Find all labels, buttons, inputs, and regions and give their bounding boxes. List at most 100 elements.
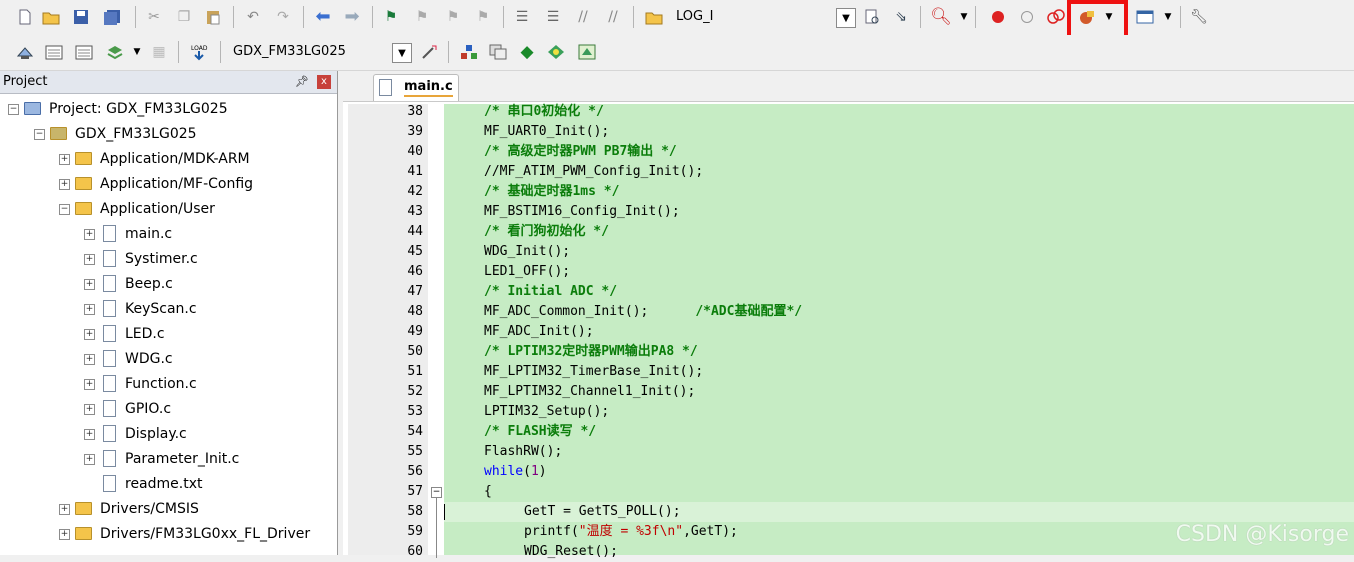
breakpoint-icon[interactable]: [989, 8, 1007, 26]
disable-breakpoint-icon[interactable]: [1018, 8, 1036, 26]
incremental-find-icon[interactable]: ⇘: [892, 8, 910, 26]
manage-components-icon[interactable]: [460, 43, 478, 61]
window-dropdown-icon[interactable]: ▼: [1159, 8, 1177, 26]
back-icon[interactable]: ⬅: [314, 8, 332, 26]
tree-item[interactable]: + Parameter_Init.c: [0, 448, 336, 470]
code-area[interactable]: /* 串口0初始化 */ MF_UART0_Init(); /* 高级定时器PWM …: [444, 102, 1354, 559]
tree-item[interactable]: + LED.c: [0, 323, 336, 345]
expand-icon[interactable]: +: [59, 179, 70, 190]
expand-icon[interactable]: +: [59, 154, 70, 165]
expand-icon[interactable]: +: [84, 229, 95, 240]
expand-icon[interactable]: +: [84, 404, 95, 415]
code-line[interactable]: GetT = GetTS_POLL();: [524, 502, 681, 522]
code-line[interactable]: /* LPTIM32定时器PWM输出PA8 */: [484, 342, 698, 362]
undo-icon[interactable]: ↶: [244, 8, 262, 26]
code-line[interactable]: MF_UART0_Init();: [484, 122, 609, 142]
target-options-icon[interactable]: [420, 43, 438, 61]
settings-icon[interactable]: 🔧︎: [1190, 8, 1208, 26]
next-bookmark-icon[interactable]: ⚑: [444, 8, 462, 26]
collapse-icon[interactable]: −: [34, 129, 45, 140]
prev-bookmark-icon[interactable]: ⚑: [413, 8, 431, 26]
tree-item[interactable]: − GDX_FM33LG025: [0, 123, 336, 145]
expand-icon[interactable]: +: [84, 354, 95, 365]
code-line[interactable]: MF_BSTIM16_Config_Init();: [484, 202, 680, 222]
tree-item[interactable]: + Display.c: [0, 423, 336, 445]
select-device-icon[interactable]: [547, 43, 565, 61]
indent-icon[interactable]: ☰: [513, 8, 531, 26]
tree-item[interactable]: + KeyScan.c: [0, 298, 336, 320]
expand-icon[interactable]: +: [84, 329, 95, 340]
code-line[interactable]: /* Initial ADC */: [484, 282, 617, 302]
debug-icon[interactable]: 🔍︎: [930, 8, 952, 26]
code-line[interactable]: LPTIM32_Setup();: [484, 402, 609, 422]
expand-icon[interactable]: +: [84, 279, 95, 290]
cut-icon[interactable]: ✂: [145, 8, 163, 26]
tree-item[interactable]: + Drivers/FM33LG0xx_FL_Driver: [0, 523, 336, 545]
code-line[interactable]: FlashRW();: [484, 442, 562, 462]
save-all-icon[interactable]: [103, 8, 121, 26]
code-line[interactable]: /* 高级定时器PWM PB7输出 */: [484, 142, 677, 162]
tree-item[interactable]: − Project: GDX_FM33LG025: [0, 98, 336, 120]
new-file-icon[interactable]: [16, 8, 34, 26]
tree-item[interactable]: + WDG.c: [0, 348, 336, 370]
tree-item[interactable]: + main.c: [0, 223, 336, 245]
code-line[interactable]: MF_ADC_Common_Init(); /*ADC基础配置*/: [484, 302, 802, 322]
save-icon[interactable]: [72, 8, 90, 26]
build-icon[interactable]: [45, 43, 63, 61]
comment-icon[interactable]: //: [574, 8, 592, 26]
tree-item[interactable]: + Application/MF-Config: [0, 173, 336, 195]
expand-icon[interactable]: +: [84, 379, 95, 390]
window-icon[interactable]: [1136, 8, 1154, 26]
pack-installer-icon[interactable]: ◆: [518, 43, 536, 61]
tree-item[interactable]: + Beep.c: [0, 273, 336, 295]
find-in-files-icon[interactable]: [645, 8, 663, 26]
copy-icon[interactable]: ❐: [175, 8, 193, 26]
tree-item[interactable]: + GPIO.c: [0, 398, 336, 420]
tree-item[interactable]: readme.txt: [0, 473, 336, 495]
bookmark-icon[interactable]: ⚑: [382, 8, 400, 26]
code-line[interactable]: MF_ADC_Init();: [484, 322, 594, 342]
code-line[interactable]: /* 看门狗初始化 */: [484, 222, 609, 242]
kill-breakpoints-icon[interactable]: [1047, 8, 1065, 26]
code-line[interactable]: LED1_OFF();: [484, 262, 570, 282]
batch-build-icon[interactable]: [106, 43, 124, 61]
code-line[interactable]: /* 基础定时器1ms */: [484, 182, 619, 202]
pack-icon[interactable]: [578, 43, 596, 61]
code-line[interactable]: //MF_ATIM_PWM_Config_Init();: [484, 162, 703, 182]
expand-icon[interactable]: +: [84, 454, 95, 465]
code-line[interactable]: /* 串口0初始化 */: [484, 102, 604, 122]
open-file-icon[interactable]: [42, 8, 60, 26]
stop-build-icon[interactable]: ▦: [150, 43, 168, 61]
search-combo-value[interactable]: LOG_I: [676, 9, 713, 24]
collapse-icon[interactable]: −: [8, 104, 19, 115]
code-line[interactable]: {: [484, 482, 492, 502]
redo-icon[interactable]: ↷: [274, 8, 292, 26]
tree-item[interactable]: − Application/User: [0, 198, 336, 220]
file-extensions-icon[interactable]: [489, 43, 507, 61]
forward-icon[interactable]: ➡: [343, 8, 361, 26]
tree-item[interactable]: + Drivers/CMSIS: [0, 498, 336, 520]
search-combo-dropdown[interactable]: ▼: [836, 8, 856, 28]
paste-icon[interactable]: [204, 8, 222, 26]
collapse-icon[interactable]: −: [59, 204, 70, 215]
unindent-icon[interactable]: ☰: [544, 8, 562, 26]
download-icon[interactable]: LOAD: [190, 43, 208, 61]
find-icon[interactable]: [863, 8, 881, 26]
debug-dropdown-icon[interactable]: ▼: [955, 8, 973, 26]
fold-toggle-icon[interactable]: −: [431, 487, 442, 498]
expand-icon[interactable]: +: [59, 504, 70, 515]
code-line[interactable]: WDG_Init();: [484, 242, 570, 262]
target-select-value[interactable]: GDX_FM33LG025: [233, 44, 346, 59]
close-pane-button[interactable]: x: [317, 75, 331, 89]
rebuild-icon[interactable]: [75, 43, 93, 61]
expand-icon[interactable]: +: [84, 429, 95, 440]
tree-item[interactable]: + Systimer.c: [0, 248, 336, 270]
tab-main-c[interactable]: main.c: [373, 74, 459, 101]
expand-icon[interactable]: +: [59, 529, 70, 540]
tree-item[interactable]: + Application/MDK-ARM: [0, 148, 336, 170]
code-line[interactable]: /* FLASH读写 */: [484, 422, 596, 442]
code-line[interactable]: while(1): [484, 462, 547, 482]
clear-bookmarks-icon[interactable]: ⚑: [474, 8, 492, 26]
code-line[interactable]: WDG_Reset();: [524, 542, 618, 562]
target-select-dropdown[interactable]: ▼: [392, 43, 412, 63]
